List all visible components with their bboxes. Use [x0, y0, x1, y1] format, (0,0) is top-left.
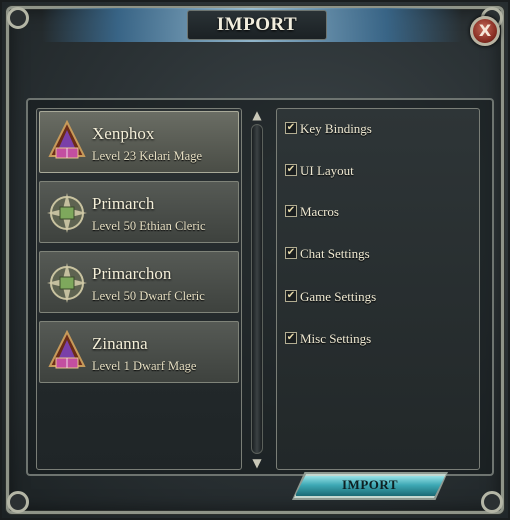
character-item-primarchon[interactable]: Primarchon Level 50 Dwarf Cleric: [39, 251, 239, 313]
setting-label: Chat Settings: [300, 246, 370, 261]
mage-icon: [48, 330, 86, 369]
character-description: Level 50 Ethian Cleric: [92, 219, 206, 233]
cleric-icon: [47, 193, 87, 233]
setting-chat-settings[interactable]: ✔ Chat Settings: [285, 246, 475, 262]
frame-corner-ornament: [7, 7, 29, 29]
character-description: Level 50 Dwarf Cleric: [92, 289, 205, 303]
chat-settings-checkbox[interactable]: ✔: [285, 247, 297, 259]
macros-checkbox[interactable]: ✔: [285, 205, 297, 217]
frame-corner-ornament: [7, 491, 29, 513]
scroll-up-icon[interactable]: ▲: [248, 108, 266, 122]
setting-key-bindings[interactable]: ✔ Key Bindings: [285, 121, 475, 137]
character-list-scrollbar[interactable]: ▲ ▼: [248, 108, 266, 470]
setting-label: Macros: [300, 204, 339, 219]
import-dialog: IMPORT X Xenphox Level 23 Kelari Mage Pr…: [0, 0, 510, 520]
ui-layout-checkbox[interactable]: ✔: [285, 164, 297, 176]
character-item-xenphox[interactable]: Xenphox Level 23 Kelari Mage: [39, 111, 239, 173]
setting-misc-settings[interactable]: ✔ Misc Settings: [285, 331, 475, 347]
character-name: Primarch: [92, 194, 155, 213]
setting-label: Key Bindings: [300, 121, 372, 136]
close-button[interactable]: X: [470, 16, 500, 46]
frame-corner-ornament: [481, 491, 503, 513]
close-icon: X: [478, 21, 492, 40]
setting-macros[interactable]: ✔ Macros: [285, 204, 475, 220]
scroll-down-icon[interactable]: ▼: [248, 456, 266, 470]
game-settings-checkbox[interactable]: ✔: [285, 290, 297, 302]
import-button-label[interactable]: IMPORT: [294, 477, 446, 493]
character-name: Primarchon: [92, 264, 172, 283]
cleric-icon: [47, 263, 87, 303]
setting-label: UI Layout: [300, 163, 354, 178]
character-name: Zinanna: [92, 334, 148, 353]
key-bindings-checkbox[interactable]: ✔: [285, 122, 297, 134]
setting-label: Game Settings: [300, 289, 377, 304]
setting-game-settings[interactable]: ✔ Game Settings: [285, 289, 475, 305]
character-list: Xenphox Level 23 Kelari Mage Primarch Le…: [36, 108, 242, 470]
settings-panel: ✔ Key Bindings ✔ UI Layout ✔ Macros ✔ Ch…: [276, 108, 480, 470]
character-item-primarch[interactable]: Primarch Level 50 Ethian Cleric: [39, 181, 239, 243]
scroll-track[interactable]: [251, 124, 263, 454]
character-description: Level 23 Kelari Mage: [92, 149, 203, 163]
setting-label: Misc Settings: [300, 331, 372, 346]
setting-ui-layout[interactable]: ✔ UI Layout: [285, 163, 475, 179]
dialog-title: IMPORT: [216, 14, 298, 35]
character-name: Xenphox: [92, 124, 155, 143]
character-item-zinanna[interactable]: Zinanna Level 1 Dwarf Mage: [39, 321, 239, 383]
character-description: Level 1 Dwarf Mage: [92, 359, 197, 373]
misc-settings-checkbox[interactable]: ✔: [285, 332, 297, 344]
mage-icon: [48, 120, 86, 159]
